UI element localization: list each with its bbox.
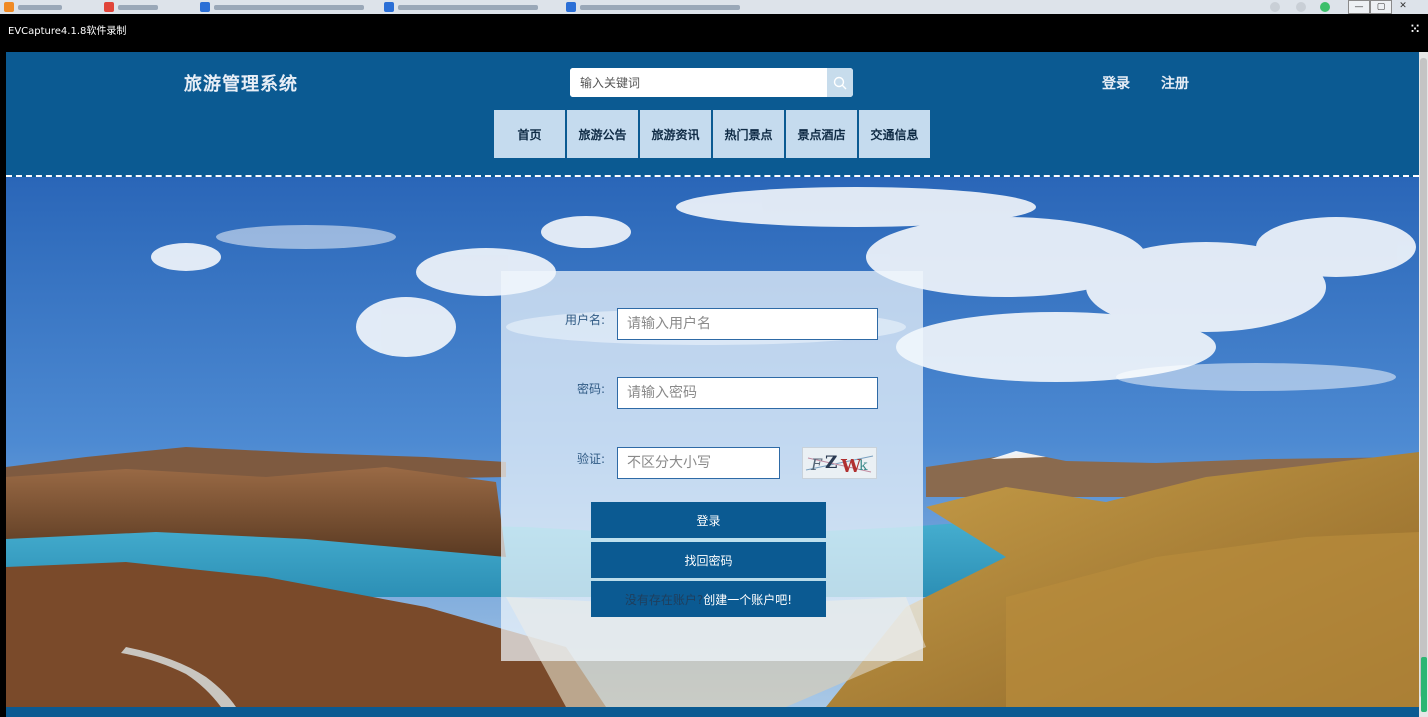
login-panel: 用户名: 密码: 验证: F Z W k 登录 找回密码 没有存在账户? — [501, 271, 923, 661]
tray-icon[interactable] — [1270, 2, 1280, 12]
os-taskbar: — ▢ ✕ — [0, 0, 1428, 14]
captcha-char: Z — [825, 453, 837, 473]
recover-password-button[interactable]: 找回密码 — [591, 542, 826, 578]
captcha-label: 验证: — [576, 452, 605, 466]
captcha-image[interactable]: F Z W k — [802, 447, 877, 479]
app-icon — [200, 2, 210, 12]
app-icon — [104, 2, 114, 12]
minimize-icon[interactable]: — — [1348, 0, 1370, 14]
register-action-link[interactable]: 创建一个账户吧! — [703, 591, 792, 608]
app-icon — [566, 2, 576, 12]
main-nav: 首页 旅游公告 旅游资讯 热门景点 景点酒店 交通信息 — [494, 110, 930, 158]
taskbar-item[interactable] — [566, 1, 740, 13]
nav-item-news[interactable]: 旅游资讯 — [640, 110, 711, 158]
scrollbar-thumb[interactable] — [1420, 58, 1427, 698]
taskbar-label — [214, 4, 364, 10]
register-link[interactable]: 注册 — [1161, 73, 1189, 93]
nav-item-attractions[interactable]: 热门景点 — [713, 110, 784, 158]
tray-icon[interactable] — [1296, 2, 1306, 12]
create-account-button[interactable]: 没有存在账户? 创建一个账户吧! — [591, 581, 826, 617]
username-input[interactable] — [617, 308, 878, 340]
app-icon — [384, 2, 394, 12]
site-logo[interactable]: 旅游管理系统 — [184, 70, 298, 96]
search-input[interactable] — [570, 68, 826, 97]
taskbar-label — [18, 4, 62, 10]
taskbar-item[interactable] — [384, 1, 538, 13]
nav-item-transport[interactable]: 交通信息 — [859, 110, 930, 158]
captcha-input[interactable] — [617, 447, 780, 479]
website: 旅游管理系统 登录 注册 首页 旅游公告 旅游资讯 热门景点 景点酒店 交通信息 — [6, 52, 1419, 717]
register-prompt: 没有存在账户? — [624, 592, 704, 607]
search-box — [570, 68, 853, 97]
tray-icon[interactable] — [1320, 2, 1330, 12]
side-indicator — [1421, 657, 1427, 712]
taskbar-label — [580, 4, 740, 10]
nav-item-announcements[interactable]: 旅游公告 — [567, 110, 638, 158]
captcha-graphic: F Z W k — [805, 453, 874, 477]
search-button[interactable] — [827, 68, 853, 97]
close-icon[interactable]: ✕ — [1392, 0, 1414, 14]
nav-item-home[interactable]: 首页 — [494, 110, 565, 158]
taskbar-item[interactable] — [4, 1, 62, 13]
page-scrollbar[interactable] — [1419, 52, 1428, 717]
recorder-title: EVCapture4.1.8软件录制 — [8, 26, 127, 37]
username-label: 用户名: — [564, 313, 605, 327]
taskbar-label — [398, 4, 538, 10]
grid-dots-icon[interactable]: ⁙ — [1410, 22, 1420, 36]
app-icon — [4, 2, 14, 12]
maximize-icon[interactable]: ▢ — [1370, 0, 1392, 14]
screen: — ▢ ✕ EVCapture4.1.8软件录制 ⁙ 旅游管理系统 登录 注册 — [0, 0, 1428, 717]
taskbar-item[interactable] — [104, 1, 158, 13]
search-icon — [833, 76, 847, 89]
captcha-char: k — [859, 458, 868, 474]
password-input[interactable] — [617, 377, 878, 409]
recorder-bar: EVCapture4.1.8软件录制 ⁙ — [0, 14, 1428, 52]
site-header: 旅游管理系统 登录 注册 首页 旅游公告 旅游资讯 热门景点 景点酒店 交通信息 — [6, 52, 1419, 177]
nav-item-hotels[interactable]: 景点酒店 — [786, 110, 857, 158]
password-label: 密码: — [576, 382, 605, 396]
taskbar-label — [118, 4, 158, 10]
captcha-char: F — [810, 455, 823, 474]
taskbar-item[interactable] — [200, 1, 364, 13]
footer-strip — [6, 707, 1419, 717]
login-link[interactable]: 登录 — [1102, 73, 1130, 93]
login-button[interactable]: 登录 — [591, 502, 826, 538]
